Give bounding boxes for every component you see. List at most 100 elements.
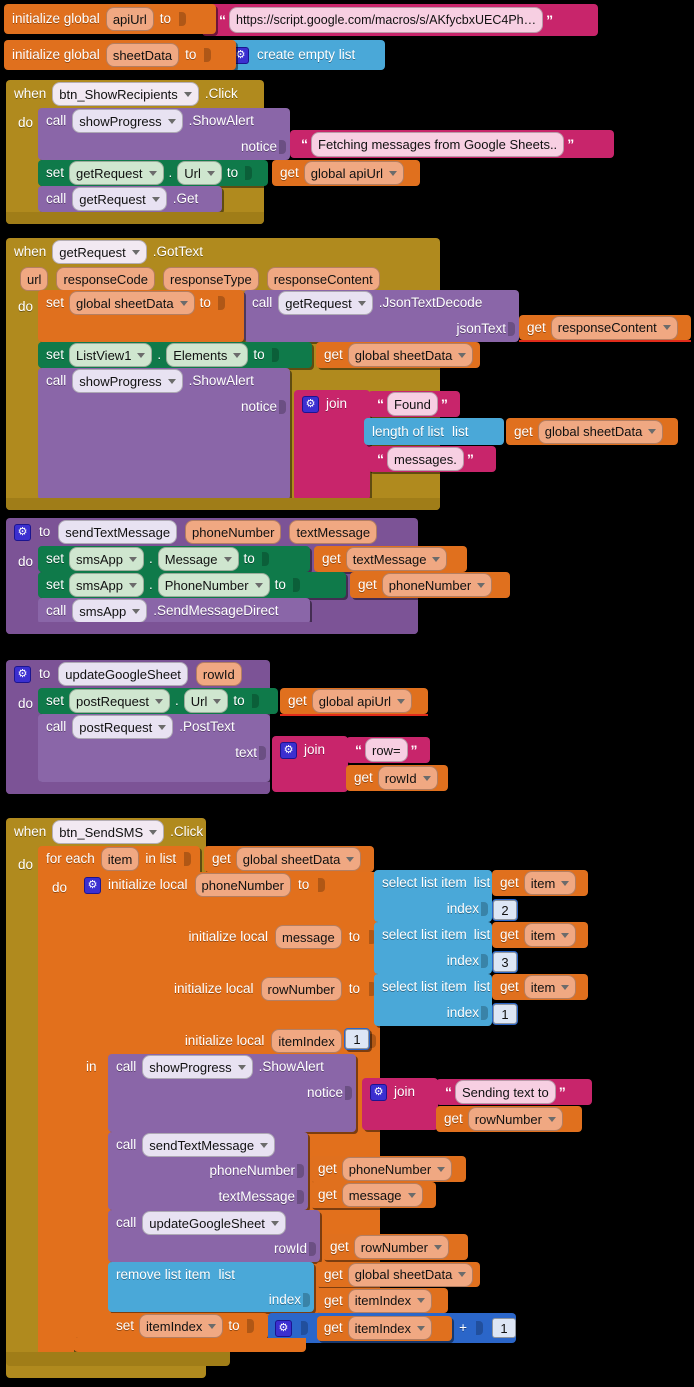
call-getrequest-jsontextdecode-block[interactable]: call getRequest .JsonTextDecode jsonText: [244, 290, 519, 342]
number-field[interactable]: 1: [493, 1004, 517, 1024]
get-global-apiurl-block-2[interactable]: get global apiUrl: [280, 688, 428, 716]
initialize-global-sheetdata-block[interactable]: initialize global sheetData to: [4, 40, 236, 70]
get-rowid-block[interactable]: get rowId: [346, 765, 448, 791]
number-block-2[interactable]: 2: [492, 899, 518, 921]
get-item-block-2[interactable]: get item: [492, 922, 588, 948]
variable-dropdown-item[interactable]: item: [523, 871, 577, 895]
number-field-one[interactable]: 1: [491, 1318, 516, 1338]
variable-dropdown-textmessage[interactable]: textMessage: [345, 547, 448, 571]
blocks-workspace[interactable]: “ https://script.google.com/macros/s/AKf…: [0, 0, 694, 1387]
variable-dropdown-phonenumber[interactable]: phoneNumber: [381, 573, 493, 597]
get-global-sheetdata-block[interactable]: get global sheetData: [316, 342, 480, 368]
loop-variable-field-item[interactable]: item: [100, 847, 140, 871]
variable-dropdown-global-sheetdata[interactable]: global sheetData: [537, 419, 664, 444]
call-showprogress-showalert-block[interactable]: call showProgress .ShowAlert notice: [38, 108, 290, 160]
variable-dropdown-item[interactable]: item: [523, 975, 577, 999]
component-dropdown-getrequest[interactable]: getRequest: [69, 161, 164, 185]
event-param-responsecode[interactable]: responseCode: [56, 267, 156, 291]
property-dropdown-elements[interactable]: Elements: [166, 343, 249, 367]
procedure-dropdown-sendtextmessage[interactable]: sendTextMessage: [142, 1133, 276, 1157]
local-name-field-phonenumber[interactable]: phoneNumber: [194, 873, 291, 897]
mutator-gear-icon[interactable]: [370, 1083, 387, 1101]
set-smsapp-phonenumber-block[interactable]: set smsApp . PhoneNumber to: [38, 572, 346, 598]
mutator-gear-icon[interactable]: [302, 395, 319, 413]
get-itemindex-block-1[interactable]: get itemIndex: [316, 1288, 448, 1313]
local-name-field-message[interactable]: message: [274, 925, 342, 949]
variable-dropdown-global-apiurl[interactable]: global apiUrl: [303, 161, 405, 185]
variable-dropdown-responsecontent[interactable]: responseContent: [550, 315, 678, 340]
event-param-responsecontent[interactable]: responseContent: [266, 267, 380, 291]
get-rownumber-block-1[interactable]: get rowNumber: [436, 1106, 582, 1132]
variable-dropdown-global-sheetdata[interactable]: global sheetData: [347, 1262, 474, 1287]
set-smsapp-message-block[interactable]: set smsApp . Message to: [38, 546, 310, 572]
procedure-dropdown-updategooglesheet[interactable]: updateGoogleSheet: [142, 1211, 286, 1235]
component-dropdown-showprogress[interactable]: showProgress: [72, 109, 183, 133]
call-getrequest-get-block[interactable]: call getRequest .Get: [38, 186, 222, 212]
variable-dropdown-global-sheetdata[interactable]: global sheetData: [235, 847, 362, 871]
variable-dropdown-global-sheetdata[interactable]: global sheetData: [347, 343, 474, 367]
component-dropdown-getrequest[interactable]: getRequest: [52, 240, 147, 264]
fetching-text-field[interactable]: Fetching messages from Google Sheets..: [311, 131, 565, 157]
mutator-gear-icon[interactable]: [280, 741, 297, 759]
initialize-global-apiurl-block[interactable]: initialize global apiUrl to: [4, 4, 216, 34]
get-global-apiurl-block[interactable]: get global apiUrl: [272, 160, 420, 186]
set-postrequest-url-block[interactable]: set postRequest . Url to: [38, 688, 278, 714]
property-dropdown-url[interactable]: Url: [183, 689, 229, 713]
text-string-block-sending-text-to[interactable]: “ Sending text to ”: [436, 1079, 592, 1105]
property-dropdown-url[interactable]: Url: [177, 161, 222, 185]
component-dropdown-smsapp[interactable]: smsApp: [69, 547, 144, 571]
variable-dropdown-rowid[interactable]: rowId: [377, 766, 438, 790]
row-text-field[interactable]: row=: [365, 738, 408, 762]
get-item-block-3[interactable]: get item: [492, 974, 588, 1000]
select-list-item-block-phonenumber[interactable]: select list item list index: [374, 870, 492, 922]
call-smsapp-sendmessagedirect-block[interactable]: call smsApp .SendMessageDirect: [38, 598, 310, 624]
variable-dropdown-itemindex[interactable]: itemIndex: [139, 1314, 224, 1338]
call-showprogress-showalert-block-2[interactable]: call showProgress .ShowAlert notice: [38, 368, 290, 500]
component-dropdown-btn-sendsms[interactable]: btn_SendSMS: [52, 820, 165, 844]
event-param-url[interactable]: url: [20, 267, 49, 291]
number-block-itemindex-init[interactable]: 1: [344, 1028, 370, 1050]
get-global-sheetdata-block-3[interactable]: get global sheetData: [204, 846, 374, 872]
get-phonenumber-block-2[interactable]: get phoneNumber: [310, 1156, 466, 1182]
component-dropdown-btn-showrecipients[interactable]: btn_ShowRecipients: [52, 82, 199, 106]
global-name-field-apiurl[interactable]: apiUrl: [105, 7, 154, 31]
select-list-item-block-message[interactable]: select list item list index: [374, 922, 492, 974]
proc-param-textmessage[interactable]: textMessage: [289, 520, 378, 544]
length-of-list-block[interactable]: length of list list: [364, 418, 504, 445]
proc-param-rowid[interactable]: rowId: [195, 662, 242, 686]
call-sendtextmessage-block[interactable]: call sendTextMessage phoneNumber textMes…: [108, 1132, 308, 1210]
number-field[interactable]: 1: [345, 1029, 369, 1049]
select-list-item-block-rownumber[interactable]: select list item list index: [374, 974, 492, 1026]
get-message-block[interactable]: get message: [310, 1182, 436, 1208]
text-string-block-row[interactable]: “ row= ”: [346, 737, 430, 763]
mutator-gear-icon[interactable]: [275, 1319, 292, 1337]
variable-dropdown-itemindex[interactable]: itemIndex: [347, 1288, 433, 1313]
call-postrequest-posttext-block[interactable]: call postRequest .PostText text: [38, 714, 270, 782]
messages-text-field[interactable]: messages.: [387, 447, 464, 471]
component-dropdown-postrequest[interactable]: postRequest: [69, 689, 171, 713]
mutator-gear-icon[interactable]: [84, 876, 101, 894]
property-dropdown-phonenumber[interactable]: PhoneNumber: [157, 573, 270, 597]
component-dropdown-smsapp[interactable]: smsApp: [72, 599, 148, 623]
variable-dropdown-itemindex[interactable]: itemIndex: [347, 1316, 433, 1340]
property-dropdown-message[interactable]: Message: [157, 547, 239, 571]
set-getrequest-url-block[interactable]: set getRequest . Url to: [38, 160, 268, 186]
set-global-sheetdata-block[interactable]: set global sheetData to: [38, 290, 244, 342]
component-dropdown-showprogress[interactable]: showProgress: [142, 1055, 253, 1079]
set-itemindex-block[interactable]: set itemIndex to: [108, 1313, 268, 1339]
component-dropdown-getrequest[interactable]: getRequest: [278, 291, 373, 315]
local-name-field-itemindex[interactable]: itemIndex: [271, 1029, 342, 1053]
procedure-name-field[interactable]: updateGoogleSheet: [58, 662, 188, 686]
get-textmessage-block[interactable]: get textMessage: [314, 546, 467, 572]
found-text-field[interactable]: Found: [387, 392, 438, 416]
component-dropdown-postrequest[interactable]: postRequest: [72, 715, 174, 739]
procedure-name-field[interactable]: sendTextMessage: [58, 520, 178, 544]
event-param-responsetype[interactable]: responseType: [163, 267, 259, 291]
number-field[interactable]: 3: [493, 952, 517, 972]
get-global-sheetdata-block-2[interactable]: get global sheetData: [506, 418, 678, 445]
join-block-row[interactable]: join: [272, 736, 348, 792]
text-string-block-apiurl[interactable]: “ https://script.google.com/macros/s/AKf…: [202, 4, 598, 36]
call-updategooglesheet-block[interactable]: call updateGoogleSheet rowId: [108, 1210, 320, 1262]
variable-dropdown-rownumber[interactable]: rowNumber: [353, 1235, 449, 1259]
get-item-block-1[interactable]: get item: [492, 870, 588, 896]
